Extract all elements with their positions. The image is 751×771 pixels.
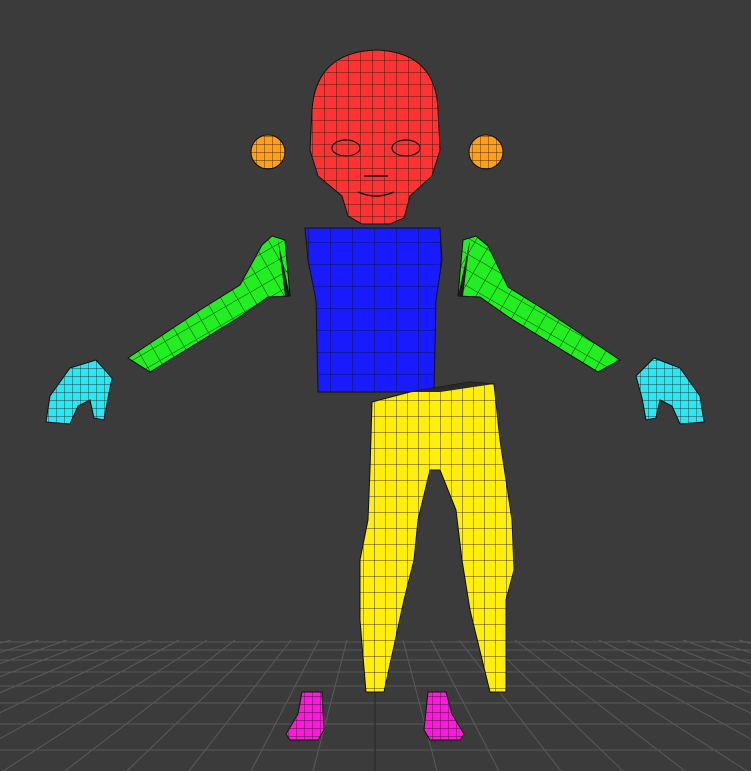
head[interactable] bbox=[309, 49, 441, 225]
left-eye[interactable] bbox=[250, 134, 286, 170]
scene-canvas[interactable] bbox=[0, 0, 751, 771]
left-foot[interactable] bbox=[285, 691, 325, 741]
legs[interactable] bbox=[359, 381, 515, 693]
right-hand[interactable] bbox=[635, 357, 705, 425]
left-hand[interactable] bbox=[45, 359, 113, 425]
right-arm[interactable] bbox=[457, 235, 621, 373]
3d-viewport[interactable] bbox=[0, 0, 751, 771]
left-arm[interactable] bbox=[127, 235, 291, 373]
right-eye[interactable] bbox=[468, 134, 504, 170]
torso[interactable] bbox=[304, 227, 443, 393]
right-foot[interactable] bbox=[423, 691, 465, 741]
